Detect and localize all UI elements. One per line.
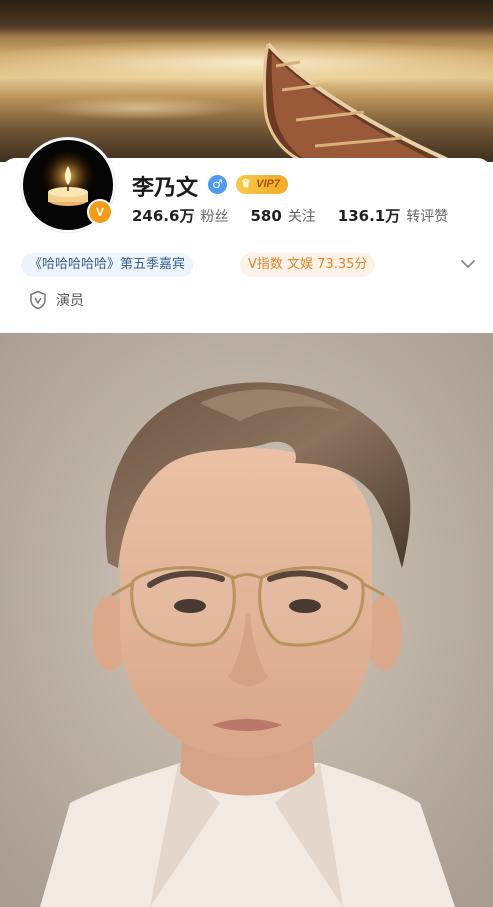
portrait-image [0, 333, 493, 907]
stat-likes[interactable]: 136.1万 转评赞 [338, 205, 448, 226]
stats-row: 246.6万 粉丝 580 关注 136.1万 转评赞 [132, 205, 470, 226]
shield-v-icon [30, 290, 46, 310]
stat-following-value: 580 [250, 207, 282, 225]
stat-followers-label: 粉丝 [200, 209, 229, 225]
role-label: 演员 [56, 293, 84, 309]
portrait-photo[interactable] [0, 333, 493, 907]
stat-likes-label: 转评赞 [406, 209, 449, 225]
show-guest-tag[interactable]: 《哈哈哈哈哈》第五季嘉宾 [21, 253, 194, 277]
v-index-tag[interactable]: V指数 文娱 73.35分 [240, 253, 376, 277]
profile-name: 李乃文 [132, 176, 199, 201]
role-row: 演员 [29, 290, 84, 310]
vip-badge[interactable]: ♛ VIP7 [236, 175, 288, 194]
vip-label: VIP7 [256, 178, 280, 190]
stat-following[interactable]: 580 关注 [250, 206, 315, 226]
stat-followers-value: 246.6万 [132, 207, 195, 225]
chevron-down-icon[interactable] [458, 254, 478, 274]
stat-likes-value: 136.1万 [337, 207, 401, 225]
stat-followers[interactable]: 246.6万 粉丝 [132, 205, 228, 226]
stat-following-label: 关注 [287, 209, 316, 225]
crown-icon: ♛ [241, 178, 251, 190]
male-icon: ♂ [208, 175, 227, 194]
verified-v-badge: V [87, 199, 113, 225]
